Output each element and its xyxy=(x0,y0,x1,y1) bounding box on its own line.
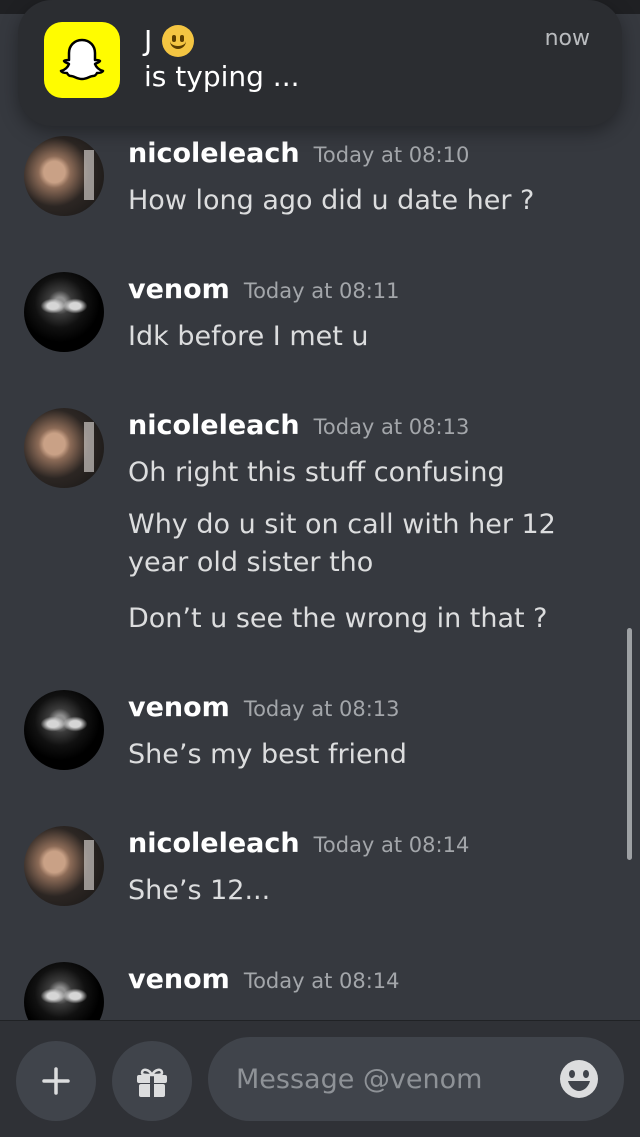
avatar[interactable] xyxy=(24,690,104,770)
add-attachment-button[interactable] xyxy=(16,1041,96,1121)
message-text: Oh right this stuff confusing xyxy=(128,457,505,488)
avatar[interactable] xyxy=(24,962,104,1020)
scrollbar[interactable] xyxy=(627,628,632,860)
snapchat-ghost-icon xyxy=(44,22,120,98)
emoji-icon[interactable] xyxy=(558,1058,600,1100)
gift-icon xyxy=(137,1068,167,1097)
avatar[interactable] xyxy=(24,408,104,488)
message-composer xyxy=(0,1020,640,1137)
notification-message: is typing ... xyxy=(144,60,300,93)
slightly-smiling-face-icon xyxy=(162,24,195,57)
snapchat-notification-banner[interactable]: J is typing ... now xyxy=(18,0,622,126)
message-text: She’s my best friend xyxy=(128,739,407,770)
avatar[interactable] xyxy=(24,826,104,906)
message-timestamp: Today at 08:13 xyxy=(313,415,470,439)
message-timestamp: Today at 08:13 xyxy=(243,697,400,721)
message-username[interactable]: nicoleleach Today at 08:14 xyxy=(128,828,469,859)
notification-time: now xyxy=(544,26,590,51)
message-text: Don’t u see the wrong in that ? xyxy=(128,603,548,634)
notification-sender: J xyxy=(144,24,153,57)
message-timestamp: Today at 08:11 xyxy=(243,279,400,303)
message-username[interactable]: nicoleleach Today at 08:10 xyxy=(128,138,469,169)
chat-messages[interactable]: nicoleleach Today at 08:10 How long ago d… xyxy=(0,126,640,1020)
message-username[interactable]: venom Today at 08:11 xyxy=(128,274,400,305)
message-text: She’s 12... xyxy=(128,875,271,906)
plus-icon xyxy=(42,1067,70,1095)
message-text: Idk before I met u xyxy=(128,321,369,352)
notification-title: J xyxy=(144,24,195,57)
avatar[interactable] xyxy=(24,272,104,352)
avatar[interactable] xyxy=(24,136,104,216)
message-timestamp: Today at 08:14 xyxy=(243,969,400,993)
message-username[interactable]: nicoleleach Today at 08:13 xyxy=(128,410,469,441)
gift-button[interactable] xyxy=(112,1041,192,1121)
message-username[interactable]: venom Today at 08:14 xyxy=(128,964,400,995)
message-timestamp: Today at 08:10 xyxy=(313,143,470,167)
message-text: How long ago did u date her ? xyxy=(128,185,535,216)
message-text: Why do u sit on call with her 12 year ol… xyxy=(128,509,556,578)
message-timestamp: Today at 08:14 xyxy=(313,833,470,857)
message-username[interactable]: venom Today at 08:13 xyxy=(128,692,400,723)
